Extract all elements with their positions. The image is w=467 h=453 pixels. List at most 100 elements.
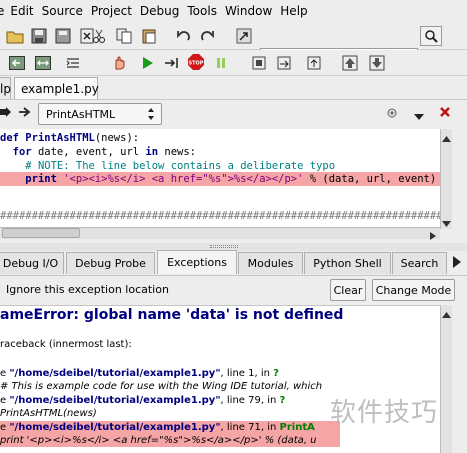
ignore-exception-label: Ignore this exception location <box>6 283 169 296</box>
scope-select-value: PrintAsHTML <box>46 107 116 121</box>
scroll-down-icon[interactable] <box>442 217 451 230</box>
paste-icon[interactable] <box>138 26 160 46</box>
step-out-icon[interactable] <box>303 53 325 73</box>
code-text: (news): <box>94 132 140 144</box>
run-icon[interactable] <box>136 53 158 73</box>
change-mode-button[interactable]: Change Mode <box>372 279 455 301</box>
frame-prefix: e <box>0 395 10 406</box>
pause-icon[interactable] <box>210 53 232 73</box>
scope-select[interactable]: PrintAsHTML <box>38 103 162 125</box>
scroll-right-icon[interactable] <box>430 230 436 243</box>
tab-exceptions[interactable]: Exceptions <box>157 250 237 274</box>
goto-icon[interactable] <box>233 26 255 46</box>
menu-debug[interactable]: Debug <box>136 4 183 18</box>
scroll-up-icon[interactable] <box>442 308 451 321</box>
menu-window[interactable]: Window <box>221 4 276 18</box>
toolbar-file <box>0 22 467 68</box>
tab-scroll-right-icon[interactable] <box>453 256 461 271</box>
redo-icon[interactable] <box>197 26 219 46</box>
traceback-frame[interactable]: e "/home/sdeibel/tutorial/example1.py", … <box>0 394 285 407</box>
frame-path[interactable]: "/home/sdeibel/tutorial/example1.py" <box>9 422 220 433</box>
output-vertical-scrollbar[interactable] <box>440 305 452 453</box>
frame-path[interactable]: "/home/sdeibel/tutorial/example1.py" <box>9 395 220 406</box>
watermark: 软件技巧 <box>330 398 439 428</box>
save-all-icon[interactable] <box>52 26 74 46</box>
back-arrow-icon[interactable] <box>6 53 28 73</box>
close-editor-icon[interactable] <box>439 106 451 121</box>
tab-label: Debug Probe <box>75 257 146 270</box>
down-stack-icon[interactable] <box>366 53 388 73</box>
undo-icon[interactable] <box>172 26 194 46</box>
frame-function: ? <box>273 368 279 379</box>
tab-label: Modules <box>247 257 294 270</box>
step-into-icon[interactable] <box>248 53 270 73</box>
indent-icon[interactable] <box>62 53 84 73</box>
code-line: for date, event, url in news: <box>0 145 196 159</box>
tab-debug-probe[interactable]: Debug Probe <box>66 252 155 274</box>
options-icon[interactable] <box>386 107 400 122</box>
menu-bar: e Edit Source Project Debug Tools Window… <box>0 0 467 22</box>
save-icon[interactable] <box>28 26 50 46</box>
dropdown-icon[interactable] <box>414 110 424 123</box>
hand-icon[interactable] <box>108 53 130 73</box>
code-keyword: for <box>12 146 32 158</box>
menu-source[interactable]: Source <box>38 4 87 18</box>
code-line: def PrintAsHTML(news): <box>0 131 139 145</box>
code-comment: # NOTE: The line below contains a delibe… <box>25 160 336 172</box>
step-over-icon[interactable] <box>273 53 295 73</box>
frame-path[interactable]: "/home/sdeibel/tutorial/example1.py" <box>9 368 220 379</box>
right-arrow-icon[interactable] <box>0 107 12 120</box>
wing-ide-window: e Edit Source Project Debug Tools Window… <box>0 0 467 453</box>
code-text: % (data, url, event) <box>303 173 437 185</box>
file-tab-example1[interactable]: example1.py <box>14 77 99 99</box>
copy-icon[interactable] <box>113 26 135 46</box>
menu-project[interactable]: Project <box>87 4 136 18</box>
code-line-error-highlight: print '<p><i>%s</i> <a href="%s">%s</a><… <box>0 172 440 186</box>
up-stack-icon[interactable] <box>339 53 361 73</box>
open-folder-icon[interactable] <box>4 26 26 46</box>
code-keyword: in <box>145 146 159 158</box>
code-comment: ########################################… <box>0 210 440 222</box>
error-title: ameError: global name 'data' is not defi… <box>0 307 344 323</box>
tab-debug-io[interactable]: Debug I/O <box>0 252 64 274</box>
code-string: '<p><i>%s</i> <a href="%s">%s</a></p>' <box>56 173 304 185</box>
traceback-frame[interactable]: e "/home/sdeibel/tutorial/example1.py", … <box>0 367 279 380</box>
code-keyword: def <box>0 132 19 144</box>
editor-vertical-scrollbar[interactable] <box>440 129 452 229</box>
stop-icon[interactable]: STOP <box>185 52 207 72</box>
traceback-source-error: print '<p><i>%s</i> <a href="%s">%s</a><… <box>0 434 340 447</box>
traceback-frame-error[interactable]: e "/home/sdeibel/tutorial/example1.py", … <box>0 421 340 434</box>
cut-icon[interactable] <box>88 26 110 46</box>
menu-help[interactable]: Help <box>276 4 311 18</box>
frame-function: PrintA <box>279 422 315 433</box>
updown-arrows-icon <box>147 107 155 124</box>
menu-edit[interactable]: Edit <box>6 4 37 18</box>
change-mode-button-label: Change Mode <box>375 283 452 297</box>
search-icon[interactable] <box>420 26 442 46</box>
file-tab-partial[interactable]: lp <box>0 77 11 99</box>
tab-label: Debug I/O <box>2 257 59 270</box>
frame-function: ? <box>279 395 286 406</box>
ignore-exception-checkbox[interactable]: Ignore this exception location <box>6 283 169 296</box>
tab-label: Python Shell <box>313 257 382 270</box>
step-icon[interactable] <box>160 53 182 73</box>
file-tab-label: example1.py <box>21 81 99 96</box>
tab-search[interactable]: Search <box>392 252 447 274</box>
forward-arrow-icon[interactable] <box>18 106 32 121</box>
scroll-up-icon[interactable] <box>442 132 451 145</box>
tab-modules[interactable]: Modules <box>238 252 303 274</box>
tab-python-shell[interactable]: Python Shell <box>304 252 391 274</box>
tab-label: Exceptions <box>167 256 227 269</box>
horizontal-scroll-thumb[interactable] <box>2 228 80 238</box>
menu-tools[interactable]: Tools <box>183 4 221 18</box>
clear-button[interactable]: Clear <box>330 279 366 301</box>
split-icon[interactable] <box>32 53 54 73</box>
tab-label: Search <box>400 257 439 270</box>
file-tab-label: lp <box>0 81 11 96</box>
frame-location: , line 79, in <box>220 395 280 406</box>
exception-output[interactable]: ameError: global name 'data' is not defi… <box>0 305 440 453</box>
code-editor[interactable]: def PrintAsHTML(news): for date, event, … <box>0 129 440 229</box>
